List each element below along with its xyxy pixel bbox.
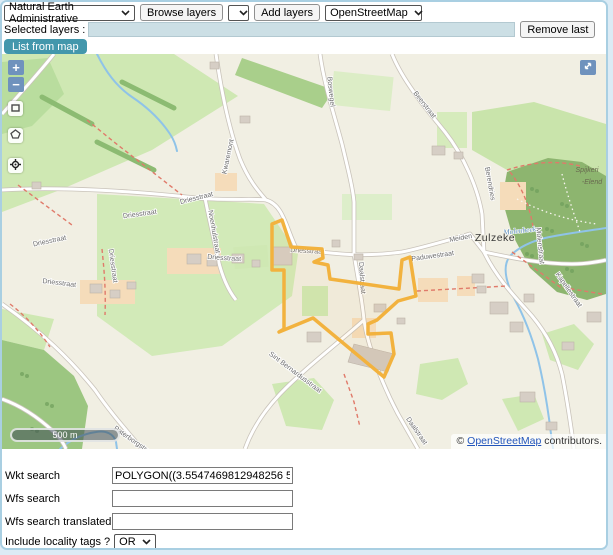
area-label: -Elend: [582, 179, 603, 186]
area-label: Spijkeri: [576, 167, 599, 174]
draw-box-button[interactable]: [8, 101, 23, 116]
chevron-down-icon: [121, 7, 130, 19]
wfs-search-label: Wfs search: [5, 493, 60, 505]
selected-layers-input[interactable]: [88, 22, 515, 37]
list-from-map-button[interactable]: List from map: [4, 39, 87, 54]
toolbar-row-layers: Natural Earth Administrative Browse laye…: [4, 4, 422, 21]
wfs-search-row: Wfs search: [5, 493, 60, 505]
expand-arrows-icon: [583, 61, 593, 74]
browse-result-select[interactable]: [228, 5, 249, 21]
osm-attribution-link[interactable]: OpenStreetMap: [467, 435, 541, 447]
toolbar-row-selected: Selected layers : Remove last: [4, 21, 608, 38]
locality-tags-row: Include locality tags ? OR: [5, 534, 156, 550]
fullscreen-button[interactable]: [580, 60, 596, 75]
place-label: Zulzeke: [475, 232, 515, 244]
attribution-prefix: ©: [457, 435, 468, 447]
crosshair-icon: [10, 159, 21, 173]
basemap-select[interactable]: OpenStreetMap: [325, 5, 422, 21]
map-viewport[interactable]: DriesstraatDriesstraatDriesstraatDriesst…: [2, 54, 606, 449]
page: { "toolbar": { "layer_select_value": "Na…: [0, 0, 613, 555]
app-container: Natural Earth Administrative Browse laye…: [0, 0, 608, 550]
add-layers-button[interactable]: Add layers: [254, 4, 320, 21]
wfs-search-translated-input[interactable]: [112, 513, 293, 530]
wkt-search-input[interactable]: [112, 467, 293, 484]
geolocate-button[interactable]: [8, 158, 23, 173]
zoom-out-button[interactable]: −: [8, 77, 24, 92]
draw-polygon-button[interactable]: [8, 128, 23, 143]
browse-layers-button[interactable]: Browse layers: [140, 4, 223, 21]
selected-layers-label: Selected layers :: [4, 24, 85, 36]
chevron-down-icon: [239, 7, 248, 19]
wfs-search-translated-label: Wfs search translated: [5, 516, 111, 528]
box-icon: [11, 103, 20, 115]
attribution-suffix: contributors.: [541, 435, 602, 447]
scale-bar: 500 m: [10, 428, 120, 442]
wfs-search-input[interactable]: [112, 490, 293, 507]
locality-tags-value: OR: [119, 536, 136, 548]
locality-tags-select[interactable]: OR: [114, 534, 156, 550]
scale-text: 500 m: [52, 430, 77, 440]
wkt-search-row: Wkt search: [5, 470, 60, 482]
basemap-select-value: OpenStreetMap: [330, 7, 408, 19]
chevron-down-icon: [142, 536, 151, 548]
plus-icon: +: [12, 61, 20, 74]
layer-select[interactable]: Natural Earth Administrative: [4, 5, 135, 21]
chevron-down-icon: [414, 7, 423, 19]
locality-tags-label: Include locality tags ?: [5, 536, 110, 548]
wkt-search-label: Wkt search: [5, 470, 60, 482]
toolbar-row-list: List from map: [4, 39, 87, 54]
remove-last-button[interactable]: Remove last: [520, 21, 595, 38]
toolbar: Natural Earth Administrative Browse laye…: [2, 2, 606, 54]
map-canvas: DriesstraatDriesstraatDriesstraatDriesst…: [2, 54, 606, 449]
minus-icon: −: [12, 78, 20, 91]
pentagon-icon: [10, 129, 21, 142]
wfs-search-translated-row: Wfs search translated: [5, 516, 111, 528]
attribution: © OpenStreetMap contributors.: [451, 434, 607, 449]
search-form: Wkt search Wfs search Wfs search transla…: [2, 449, 606, 550]
zoom-in-button[interactable]: +: [8, 60, 24, 75]
